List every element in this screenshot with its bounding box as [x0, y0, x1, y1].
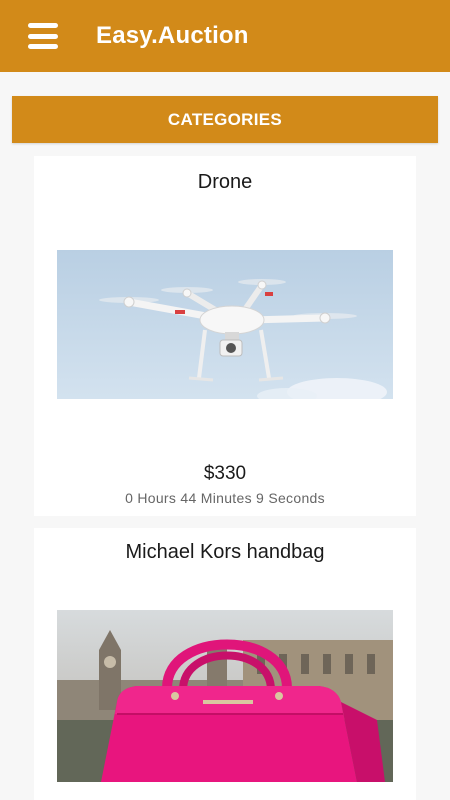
app-title: Easy.Auction	[96, 22, 249, 49]
drone-photo[interactable]	[57, 250, 393, 399]
menu-line	[28, 44, 58, 49]
listing-title: Drone	[197, 171, 253, 193]
auction-card-drone[interactable]: Drone $330 0 Hours 44 Minutes 9 Seconds	[34, 156, 416, 516]
listing-title: Michael Kors handbag	[125, 541, 325, 563]
pink-handbag-photo[interactable]	[57, 610, 393, 782]
app-header: Easy.Auction	[0, 0, 450, 72]
menu-line	[28, 23, 58, 28]
listing-price: $330	[203, 463, 247, 484]
auction-card-handbag[interactable]: Michael Kors handbag	[34, 528, 416, 800]
menu-line	[28, 33, 58, 39]
categories-button[interactable]: CATEGORIES	[12, 96, 438, 143]
time-remaining: 0 Hours 44 Minutes 9 Seconds	[125, 490, 325, 506]
hamburger-menu-icon[interactable]	[28, 23, 58, 49]
